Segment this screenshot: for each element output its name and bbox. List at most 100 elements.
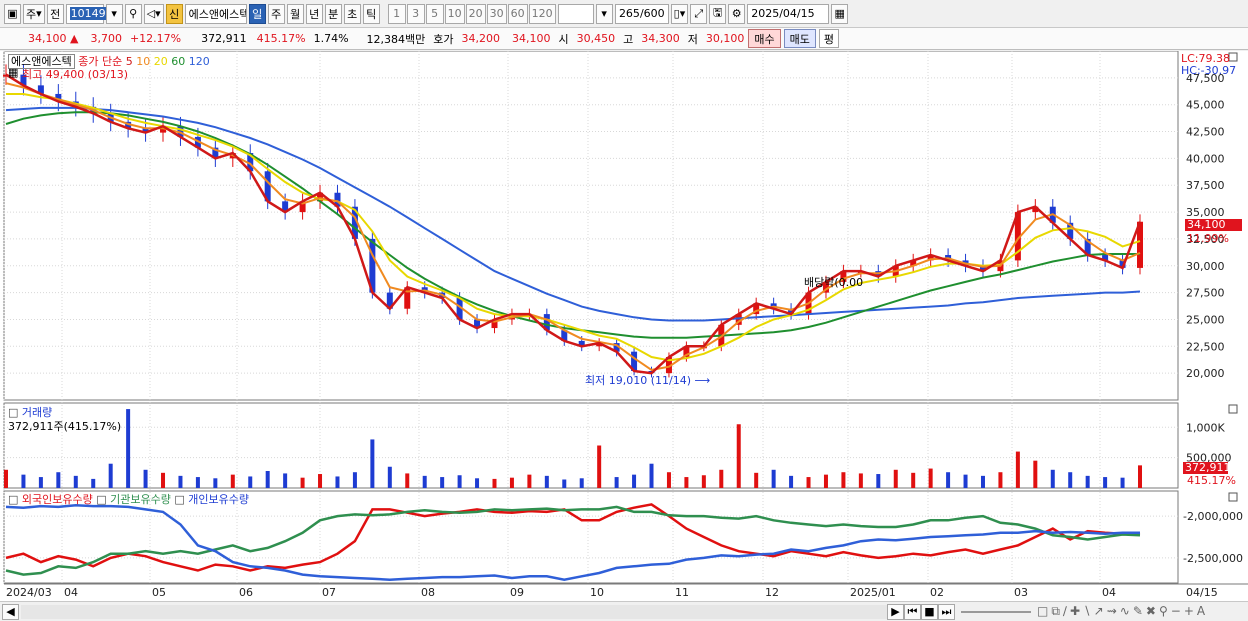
buy-button[interactable]: 매수: [748, 29, 781, 48]
save-icon[interactable]: 🖫: [709, 3, 727, 24]
interval-5-button[interactable]: 5: [425, 3, 444, 24]
price-tick-label: 45,000: [1186, 99, 1225, 112]
volume-bar: [998, 472, 1003, 488]
ray-tool-icon[interactable]: ↗: [1094, 604, 1104, 619]
shin-button[interactable]: 신: [165, 3, 183, 24]
volume-bar: [352, 472, 357, 488]
candle-type-icon[interactable]: ▯▾: [670, 3, 689, 24]
turnover-rate: 1.74%: [313, 32, 349, 45]
ma-period-labels: 5 10 20 60 120: [126, 55, 210, 68]
x-tick-label: 10: [590, 586, 604, 599]
interval-120-button[interactable]: 120: [528, 3, 556, 24]
volume-bar: [143, 469, 148, 488]
line-tool-icon[interactable]: ∖: [1083, 604, 1091, 619]
code-dropdown-icon[interactable]: ▾: [105, 3, 123, 24]
scroll-left-arrow-icon[interactable]: ◀: [2, 603, 19, 620]
zoom-in-icon[interactable]: +: [1184, 604, 1194, 619]
volume-bar: [876, 474, 881, 488]
chart-settings-icon[interactable]: ▦: [8, 66, 18, 79]
bar-count-input[interactable]: 265/600: [614, 3, 669, 24]
interval-dropdown-icon[interactable]: ▾: [595, 3, 613, 24]
volume-bar: [980, 475, 985, 488]
calendar-icon[interactable]: ▦: [831, 3, 849, 24]
marker-tool-icon[interactable]: ✎: [1133, 604, 1143, 619]
period-month-button[interactable]: 월: [286, 3, 304, 24]
stock-code-input[interactable]: 101490: [65, 3, 114, 24]
volume-value-note: 372,911주(415.17%): [8, 420, 122, 433]
period-year-button[interactable]: 년: [305, 3, 323, 24]
volume-bar: [1068, 472, 1073, 488]
rewind-icon[interactable]: ⏮: [904, 603, 921, 620]
period-day-button[interactable]: 일: [248, 3, 266, 24]
volume-bar: [91, 478, 96, 488]
holding-legend: □ 외국인보유수량 □ 기관보유수량 □ 개인보유수량: [8, 493, 250, 506]
interval-30-button[interactable]: 30: [486, 3, 507, 24]
speaker-icon[interactable]: ◁▾: [143, 3, 164, 24]
volume-value: 372,911: [201, 32, 247, 45]
volume-bar: [841, 472, 846, 488]
stop-icon[interactable]: ■: [921, 603, 938, 620]
volume-bar: [1120, 477, 1125, 488]
x-tick-label: 04/15: [1186, 586, 1218, 599]
scroll-right-arrow-icon[interactable]: ▶: [887, 603, 904, 620]
price-change: 3,700: [90, 32, 122, 45]
eraser-tool-icon[interactable]: ✖: [1146, 604, 1156, 619]
drawing-icon[interactable]: ⤢: [690, 3, 708, 24]
zoom-slider[interactable]: [961, 610, 1031, 613]
interval-20-button[interactable]: 20: [465, 3, 486, 24]
fibo-tool-icon[interactable]: ⇝: [1107, 604, 1117, 619]
volume-bar: [789, 475, 794, 488]
volume-bar: [387, 466, 392, 488]
volume-bar: [597, 445, 602, 488]
price-panel-frame: [3, 51, 1179, 401]
period-tick-button[interactable]: 틱: [362, 3, 380, 24]
fast-forward-icon[interactable]: ⏭: [938, 603, 955, 620]
search-icon[interactable]: ⚲: [124, 3, 142, 24]
date-input[interactable]: 2025/04/15: [747, 3, 830, 24]
drawing-tools: □ ⧉ ∕ ✚ ∖ ↗ ⇝ ∿ ✎ ✖ ⚲ − + A: [1037, 604, 1205, 619]
period-week-button[interactable]: 주: [267, 3, 285, 24]
prev-button[interactable]: 전: [46, 3, 64, 24]
chart-area: 47,500 45,000 42,500 40,000 37,500 35,000 32,5…: [0, 51, 1248, 601]
interval-1-button[interactable]: 1: [387, 3, 406, 24]
volume-bar: [4, 469, 8, 488]
low-label: 저: [687, 32, 698, 46]
volume-bar: [754, 472, 759, 488]
volume-bar: [823, 474, 828, 488]
period-minute-button[interactable]: 분: [324, 3, 342, 24]
period-second-button[interactable]: 초: [343, 3, 361, 24]
x-tick-label: 06: [239, 586, 253, 599]
interval-10-button[interactable]: 10: [444, 3, 465, 24]
average-button[interactable]: 평: [818, 29, 840, 48]
settings-gear-icon[interactable]: ⚙: [728, 3, 746, 24]
volume-bar: [666, 472, 671, 488]
sell-button[interactable]: 매도: [783, 29, 816, 48]
period-buttons: 일 주 월 년 분 초 틱: [248, 3, 380, 24]
market-select[interactable]: 주 ▾: [23, 3, 45, 24]
wave-tool-icon[interactable]: ∿: [1120, 604, 1130, 619]
x-tick-label: 05: [152, 586, 166, 599]
volume-bar: [963, 474, 968, 488]
high-price: 34,300: [641, 32, 680, 45]
x-tick-label: 11: [675, 586, 689, 599]
layout-icon[interactable]: ▣: [4, 3, 21, 24]
volume-bar: [527, 474, 532, 488]
interval-custom-input[interactable]: [557, 3, 594, 24]
trend-tool-icon[interactable]: ∕: [1063, 604, 1067, 619]
copy-tool-icon[interactable]: ⧉: [1051, 604, 1060, 619]
zoom-search-icon[interactable]: ⚲: [1159, 604, 1168, 619]
volume-bar: [265, 471, 270, 488]
interval-60-button[interactable]: 60: [507, 3, 528, 24]
chart-toolbar: ▣ 주 ▾ 전 101490 ▾ ⚲ ◁▾ 신 에스앤에스텍 일 주 월 년 분 …: [0, 0, 1248, 28]
scroll-track[interactable]: [21, 604, 887, 619]
cross-tool-icon[interactable]: ✚: [1070, 604, 1080, 619]
x-tick-label: 09: [510, 586, 524, 599]
interval-3-button[interactable]: 3: [406, 3, 425, 24]
volume-bar: [649, 463, 654, 488]
volume-bar: [544, 475, 549, 488]
volume-bar: [928, 468, 933, 488]
font-size-icon[interactable]: A: [1197, 604, 1205, 619]
institution-holding-label: 기관보유수량: [110, 493, 171, 506]
zoom-out-icon[interactable]: −: [1171, 604, 1181, 619]
rectangle-tool-icon[interactable]: □: [1037, 604, 1048, 619]
